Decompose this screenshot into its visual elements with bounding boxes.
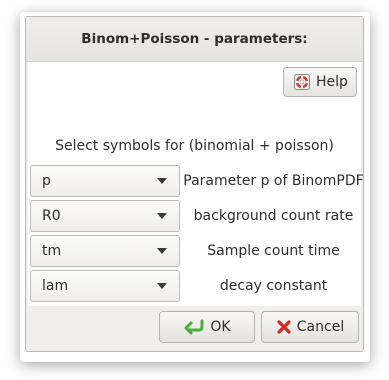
ok-button[interactable]: OK xyxy=(159,311,255,343)
prompt-text: Select symbols for (binomial + poisson) xyxy=(55,138,334,154)
cancel-button[interactable]: Cancel xyxy=(261,311,359,343)
dropdown-caret-icon xyxy=(157,248,167,254)
ok-arrow-icon xyxy=(183,319,205,335)
dropdown-caret-icon xyxy=(157,283,167,289)
dialog-content: Help Select symbols for (binomial + pois… xyxy=(28,62,364,306)
symbol-select-tm[interactable]: tm xyxy=(30,235,180,267)
dialog-title: Binom+Poisson - parameters: xyxy=(26,17,363,62)
cancel-label: Cancel xyxy=(296,319,345,335)
parameters-dialog: Binom+Poisson - parameters: Help Select … xyxy=(25,16,364,352)
select-value: tm xyxy=(42,243,62,259)
select-value: lam xyxy=(42,278,69,294)
dropdown-caret-icon xyxy=(157,178,167,184)
param-label: Parameter p of BinomPDF xyxy=(183,173,364,189)
ok-label: OK xyxy=(210,319,231,335)
param-label: background count rate xyxy=(193,208,354,224)
help-lifebuoy-icon xyxy=(294,74,310,90)
symbol-select-p[interactable]: p xyxy=(30,165,180,197)
help-label: Help xyxy=(316,74,348,90)
help-button[interactable]: Help xyxy=(283,67,357,97)
param-row-tm: tm Sample count time xyxy=(30,235,361,267)
select-value: R0 xyxy=(42,208,61,224)
cancel-x-icon xyxy=(276,319,292,335)
select-value: p xyxy=(42,173,51,189)
param-row-lam: lam decay constant xyxy=(30,270,361,302)
param-row-p: p Parameter p of BinomPDF xyxy=(30,165,364,197)
param-row-r0: R0 background count rate xyxy=(30,200,361,232)
symbol-select-lam[interactable]: lam xyxy=(30,270,180,302)
param-label: Sample count time xyxy=(207,243,340,259)
param-label: decay constant xyxy=(219,278,328,294)
dropdown-caret-icon xyxy=(157,213,167,219)
symbol-select-r0[interactable]: R0 xyxy=(30,200,180,232)
